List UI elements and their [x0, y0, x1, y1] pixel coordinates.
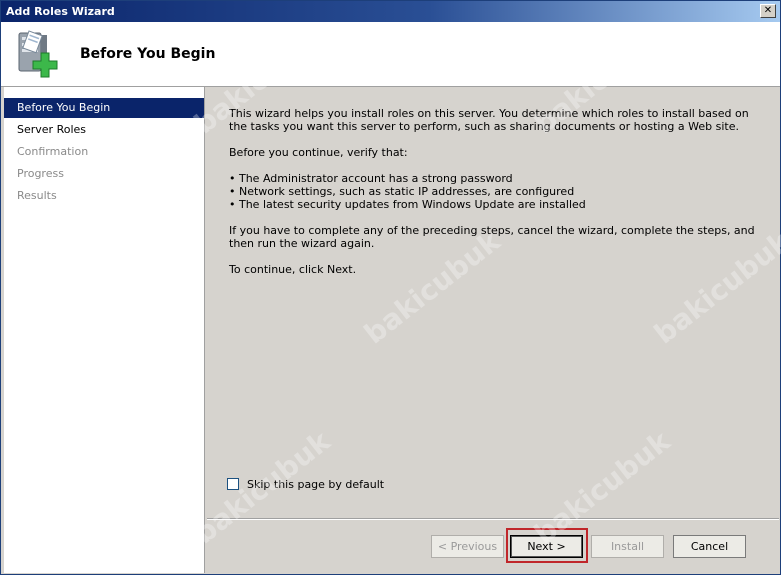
intro-text: This wizard helps you install roles on t…: [229, 107, 749, 133]
checklist-item: • The latest security updates from Windo…: [229, 198, 586, 211]
continue-text: To continue, click Next.: [229, 263, 357, 276]
skip-page-option[interactable]: Skip this page by default: [227, 477, 384, 491]
skip-page-checkbox[interactable]: [227, 478, 239, 490]
wizard-steps-sidebar: Before You Begin Server Roles Confirmati…: [4, 87, 205, 573]
install-button[interactable]: Install: [591, 535, 664, 558]
checklist-item: • The Administrator account has a strong…: [229, 172, 513, 185]
step-server-roles[interactable]: Server Roles: [4, 120, 204, 140]
checklist: • The Administrator account has a strong…: [229, 172, 761, 211]
verify-heading: Before you continue, verify that:: [229, 146, 408, 159]
button-divider: [207, 518, 779, 520]
close-icon: ✕: [763, 5, 773, 16]
close-button[interactable]: ✕: [760, 4, 776, 18]
next-button-highlight: [506, 528, 588, 563]
window-title: Add Roles Wizard: [6, 5, 115, 18]
step-progress: Progress: [17, 167, 64, 180]
step-confirmation: Confirmation: [17, 145, 89, 158]
complete-steps-text: If you have to complete any of the prece…: [229, 224, 755, 250]
page-title: Before You Begin: [80, 46, 216, 62]
step-before-you-begin[interactable]: Before You Begin: [4, 98, 204, 118]
wizard-header: Before You Begin: [1, 22, 780, 87]
wizard-window: Add Roles Wizard ✕ Before You Begin Befo…: [0, 0, 781, 575]
checklist-item: • Network settings, such as static IP ad…: [229, 185, 575, 198]
cancel-button[interactable]: Cancel: [673, 535, 746, 558]
previous-button[interactable]: < Previous: [431, 535, 504, 558]
skip-page-label[interactable]: Skip this page by default: [247, 478, 384, 491]
server-add-icon: [18, 30, 58, 78]
content-panel: This wizard helps you install roles on t…: [207, 87, 779, 517]
step-results: Results: [17, 189, 57, 202]
title-bar[interactable]: Add Roles Wizard ✕: [1, 1, 780, 22]
